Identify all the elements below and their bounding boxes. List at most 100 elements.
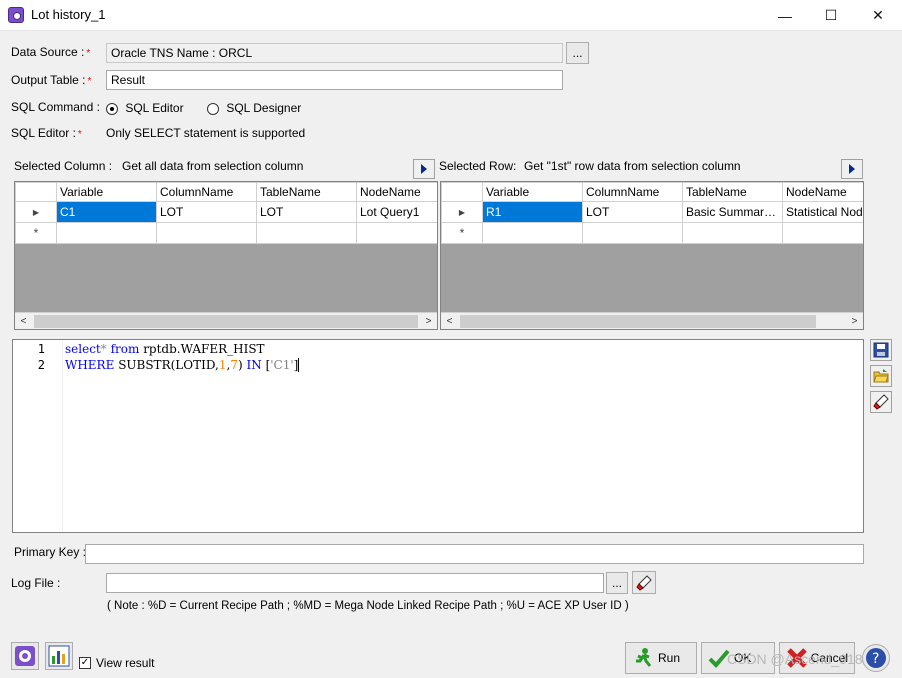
line-number-gutter: 1 2 <box>13 340 63 532</box>
scroll-thumb[interactable] <box>34 314 418 328</box>
new-table-row[interactable]: * <box>15 222 437 244</box>
new-cell[interactable] <box>356 222 437 244</box>
radio-checked-icon <box>106 102 118 115</box>
new-cell[interactable] <box>256 222 357 244</box>
selected-column-description: Get all data from selection column <box>122 159 304 173</box>
svg-text:?: ? <box>872 651 879 667</box>
horizontal-scrollbar[interactable]: < > <box>15 312 437 329</box>
settings-button[interactable] <box>11 642 39 670</box>
cell-tablename[interactable]: LOT <box>256 201 357 223</box>
minimize-button[interactable]: — <box>762 0 808 31</box>
current-row-marker-icon: ▶ <box>441 201 483 223</box>
cell-variable[interactable]: R1 <box>482 201 583 223</box>
selected-column-grid[interactable]: Variable ColumnName TableName NodeName ▶… <box>14 181 438 330</box>
selected-row-label: Selected Row: <box>439 159 517 173</box>
table-row[interactable]: ▶ C1 LOT LOT Lot Query1 <box>15 201 437 223</box>
log-file-label: Log File : <box>11 576 61 590</box>
view-result-checkbox[interactable]: ✓ View result <box>79 656 154 670</box>
running-man-icon <box>636 648 652 667</box>
log-file-clear-button[interactable] <box>632 571 656 594</box>
checkmark-icon: ✓ <box>79 657 91 669</box>
sql-editor-note: Only SELECT statement is supported <box>106 126 306 140</box>
sql-editor-option-label: SQL Editor <box>125 101 184 115</box>
primary-key-input[interactable] <box>85 544 864 564</box>
cell-columnname[interactable]: LOT <box>582 201 683 223</box>
new-row-marker-icon: * <box>15 222 57 244</box>
data-source-browse-button[interactable]: ... <box>566 42 589 64</box>
line-number: 1 <box>37 342 45 356</box>
open-folder-icon <box>873 369 889 383</box>
selected-column-label: Selected Column : <box>14 159 113 173</box>
horizontal-scrollbar[interactable]: < > <box>441 312 863 329</box>
scroll-left-icon[interactable]: < <box>15 313 32 330</box>
column-header-columnname[interactable]: ColumnName <box>156 182 257 202</box>
output-table-input[interactable]: Result <box>106 70 563 90</box>
column-header-variable[interactable]: Variable <box>482 182 583 202</box>
grid-corner <box>15 182 57 202</box>
save-sql-button[interactable] <box>870 339 892 361</box>
data-source-label: Data Source : * <box>11 45 91 59</box>
data-source-field[interactable]: Oracle TNS Name : ORCL <box>106 43 563 63</box>
close-button[interactable]: ✕ <box>855 0 901 31</box>
column-header-columnname[interactable]: ColumnName <box>582 182 683 202</box>
code-line-1[interactable]: select* from rptdb.WAFER_HIST <box>65 342 265 356</box>
clear-sql-button[interactable] <box>870 391 892 413</box>
grid-corner <box>441 182 483 202</box>
selected-row-description: Get "1st" row data from selection column <box>524 159 741 173</box>
sql-designer-option-label: SQL Designer <box>226 101 302 115</box>
text-cursor: ​ <box>298 358 300 372</box>
new-cell[interactable] <box>682 222 783 244</box>
watermark: CSDN @Ascend_918 <box>727 651 863 667</box>
help-icon: ? <box>866 648 886 668</box>
sql-editor-radio[interactable]: SQL Editor <box>106 101 184 115</box>
current-row-marker-icon: ▶ <box>15 201 57 223</box>
sql-code-editor[interactable]: 1 2 select* from rptdb.WAFER_HIST WHERE … <box>12 339 864 533</box>
save-icon <box>873 342 889 358</box>
column-header-nodename[interactable]: NodeName <box>782 182 863 202</box>
column-header-tablename[interactable]: TableName <box>256 182 357 202</box>
new-cell[interactable] <box>782 222 863 244</box>
column-header-nodename[interactable]: NodeName <box>356 182 437 202</box>
new-cell[interactable] <box>582 222 683 244</box>
new-cell[interactable] <box>482 222 583 244</box>
table-row[interactable]: ▶ R1 LOT Basic Summary S... Statistical … <box>441 201 863 223</box>
cell-nodename[interactable]: Statistical Node2 <box>782 201 863 223</box>
open-sql-button[interactable] <box>870 365 892 387</box>
eraser-brush-icon <box>636 574 652 591</box>
selected-column-apply-button[interactable] <box>413 159 435 179</box>
sql-designer-radio[interactable]: SQL Designer <box>207 101 301 115</box>
code-line-2[interactable]: WHERE SUBSTR(LOTID,1,7) IN ['C1']​ <box>65 358 300 372</box>
scroll-thumb[interactable] <box>460 314 816 328</box>
cell-tablename[interactable]: Basic Summary S... <box>682 201 783 223</box>
log-file-browse-button[interactable]: ... <box>606 572 628 594</box>
chart-button[interactable] <box>45 642 73 670</box>
new-cell[interactable] <box>56 222 157 244</box>
cell-nodename[interactable]: Lot Query1 <box>356 201 437 223</box>
maximize-button[interactable]: ☐ <box>808 0 854 31</box>
output-table-label: Output Table : * <box>11 73 92 87</box>
new-row-marker-icon: * <box>441 222 483 244</box>
column-header-tablename[interactable]: TableName <box>682 182 783 202</box>
scroll-left-icon[interactable]: < <box>441 313 458 330</box>
scroll-right-icon[interactable]: > <box>420 313 437 330</box>
eraser-brush-icon <box>873 394 889 410</box>
view-result-label: View result <box>96 656 155 670</box>
column-header-variable[interactable]: Variable <box>56 182 157 202</box>
new-cell[interactable] <box>156 222 257 244</box>
cell-columnname[interactable]: LOT <box>156 201 257 223</box>
cell-variable[interactable]: C1 <box>56 201 157 223</box>
selected-row-apply-button[interactable] <box>841 159 863 179</box>
log-file-input[interactable] <box>106 573 604 593</box>
gear-icon <box>15 646 35 666</box>
selected-row-grid[interactable]: Variable ColumnName TableName NodeName ▶… <box>440 181 864 330</box>
run-button[interactable]: Run <box>625 642 697 674</box>
new-table-row[interactable]: * <box>441 222 863 244</box>
title-bar: Lot history_1 — ☐ ✕ <box>0 0 902 31</box>
bar-chart-icon <box>48 645 70 667</box>
play-icon <box>421 164 427 174</box>
help-button[interactable]: ? <box>862 644 890 672</box>
scroll-right-icon[interactable]: > <box>846 313 863 330</box>
play-icon <box>849 164 855 174</box>
line-number: 2 <box>37 358 45 372</box>
primary-key-label: Primary Key : <box>14 545 87 559</box>
